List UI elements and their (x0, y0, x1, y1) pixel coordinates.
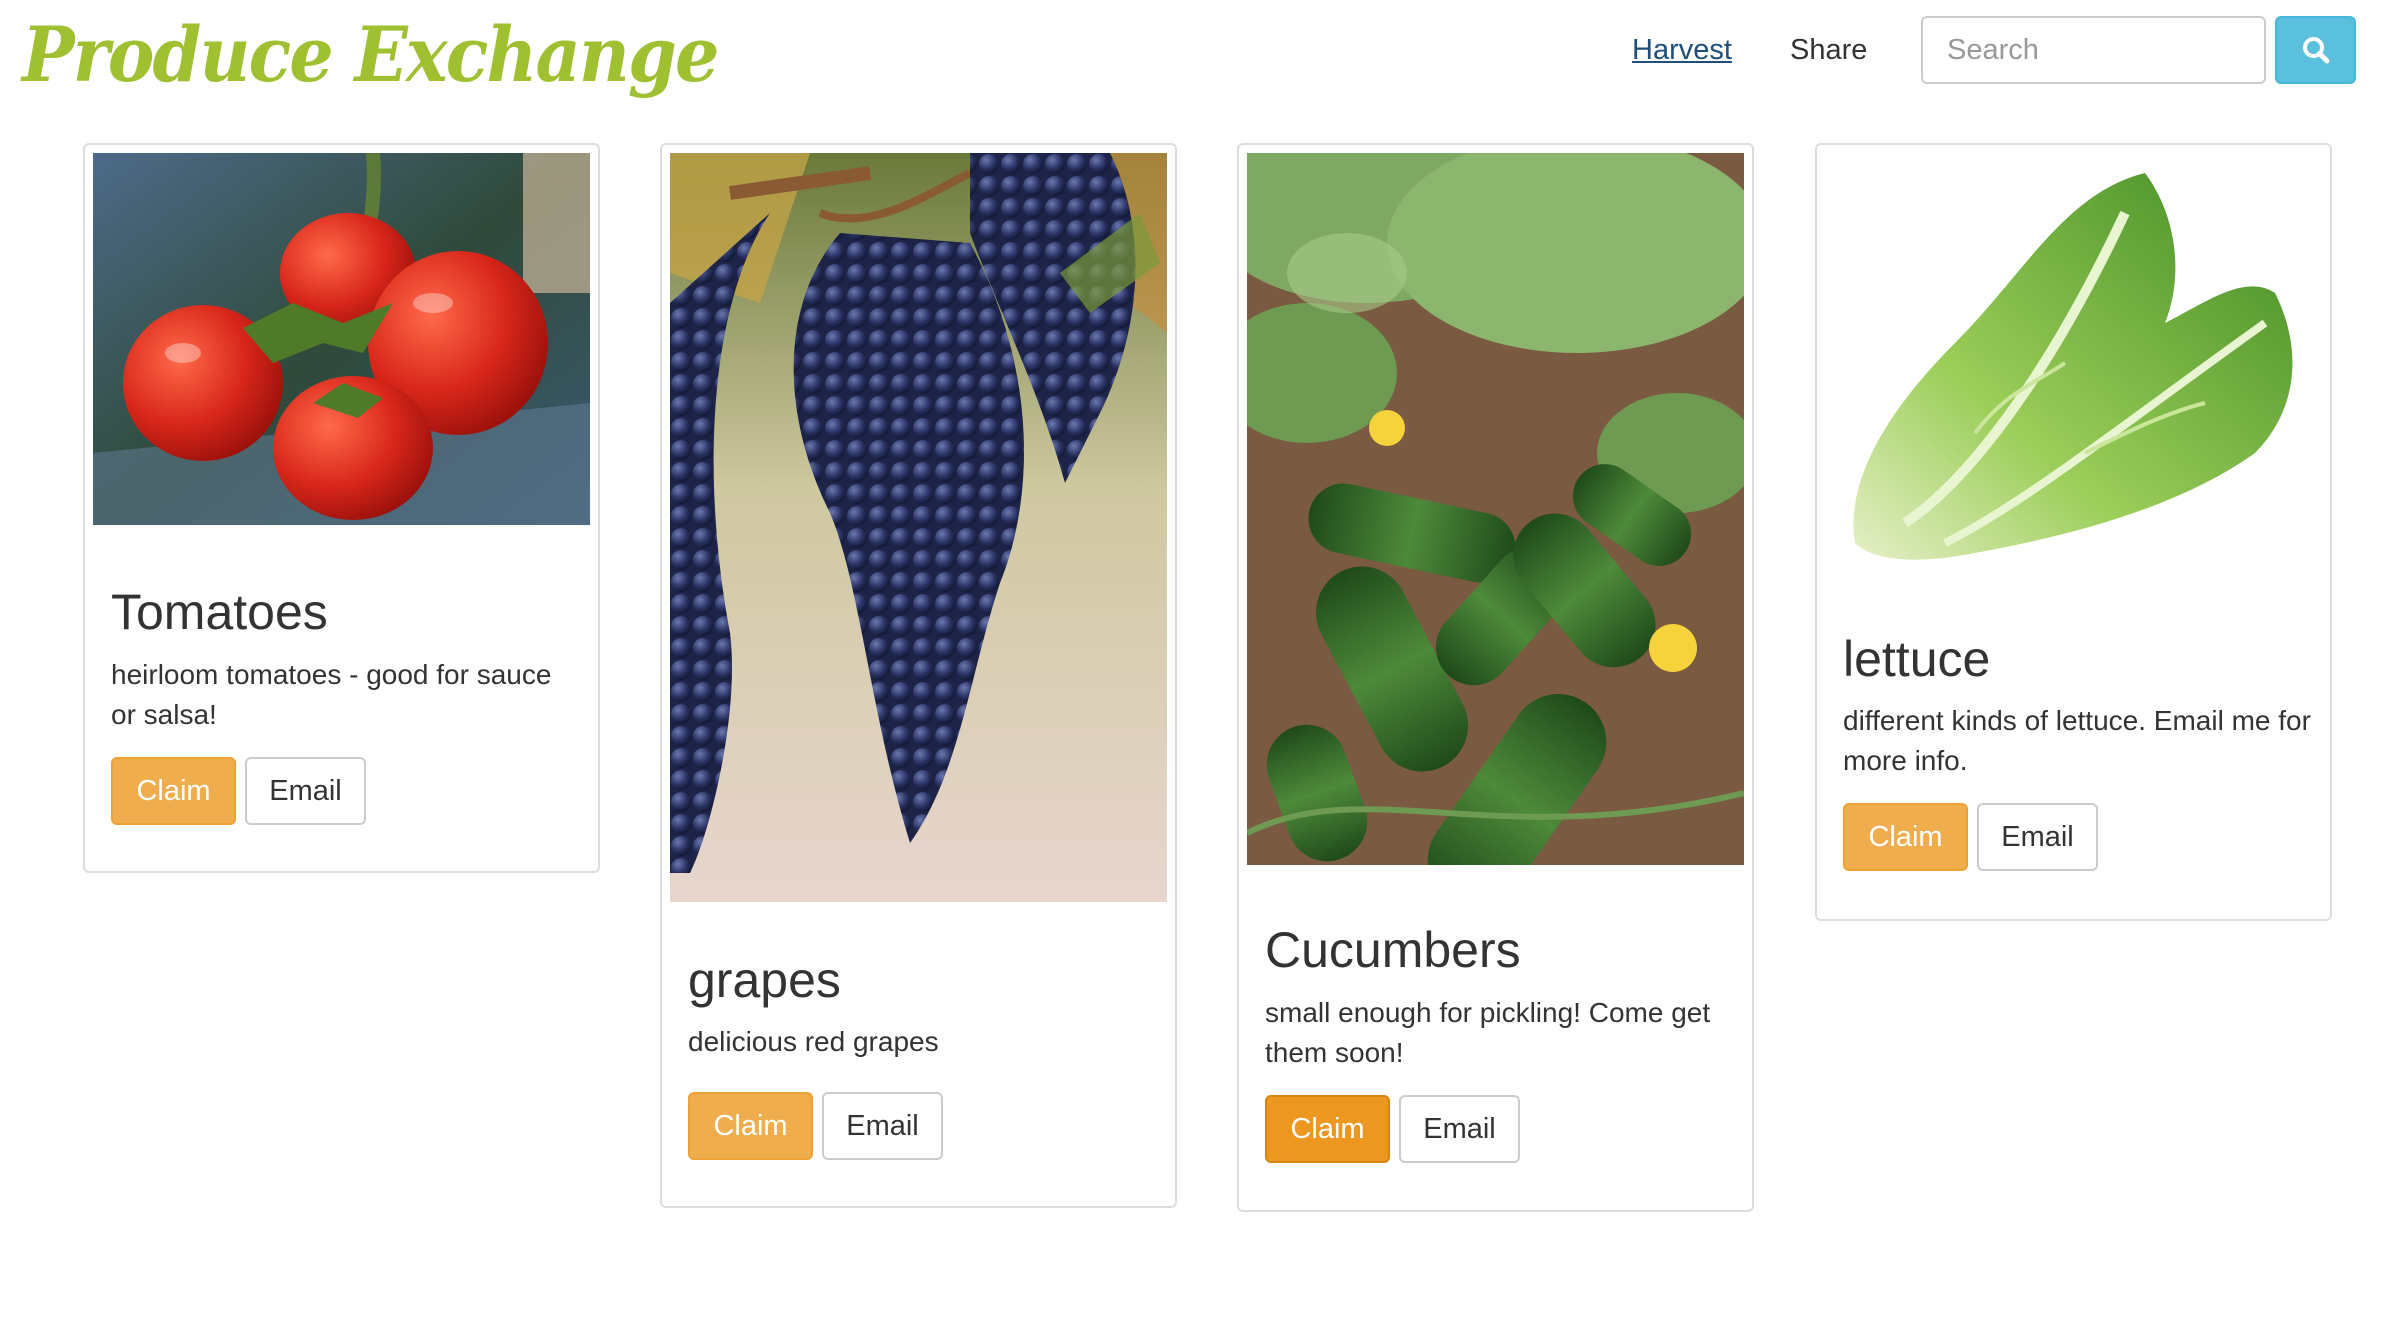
card-description: heirloom tomatoes - good for sauce or sa… (111, 659, 552, 730)
produce-card-grapes: grapes delicious red grapes Claim Email (660, 143, 1177, 1208)
email-button[interactable]: Email (822, 1092, 943, 1160)
email-button[interactable]: Email (1977, 803, 2098, 871)
brand-logo[interactable]: Produce Exchange (22, 0, 719, 120)
claim-button[interactable]: Claim (1843, 803, 1968, 871)
cucumbers-image (1247, 153, 1744, 865)
produce-card-lettuce: lettuce different kinds of lettuce. Emai… (1815, 143, 2332, 921)
card-title: Cucumbers (1265, 922, 1521, 978)
card-description: different kinds of lettuce. Email me for… (1843, 705, 2311, 776)
nav-link-share[interactable]: Share (1790, 30, 1867, 70)
search-input[interactable] (1921, 16, 2266, 84)
search-button[interactable] (2275, 16, 2356, 84)
claim-button[interactable]: Claim (688, 1092, 813, 1160)
card-title: Tomatoes (111, 584, 328, 640)
card-title: grapes (688, 952, 841, 1008)
card-description: delicious red grapes (688, 1026, 939, 1057)
produce-card-tomatoes: Tomatoes heirloom tomatoes - good for sa… (83, 143, 600, 873)
claim-button[interactable]: Claim (111, 757, 236, 825)
nav-link-harvest[interactable]: Harvest (1632, 30, 1732, 70)
tomatoes-image (93, 153, 590, 525)
grapes-image (670, 153, 1167, 902)
email-button[interactable]: Email (1399, 1095, 1520, 1163)
search-icon (2302, 37, 2329, 64)
produce-card-cucumbers: Cucumbers small enough for pickling! Com… (1237, 143, 1754, 1212)
lettuce-image (1825, 153, 2322, 573)
card-title: lettuce (1843, 631, 1991, 687)
email-button[interactable]: Email (245, 757, 366, 825)
card-description: small enough for pickling! Come get them… (1265, 997, 1711, 1068)
claim-button[interactable]: Claim (1265, 1095, 1390, 1163)
